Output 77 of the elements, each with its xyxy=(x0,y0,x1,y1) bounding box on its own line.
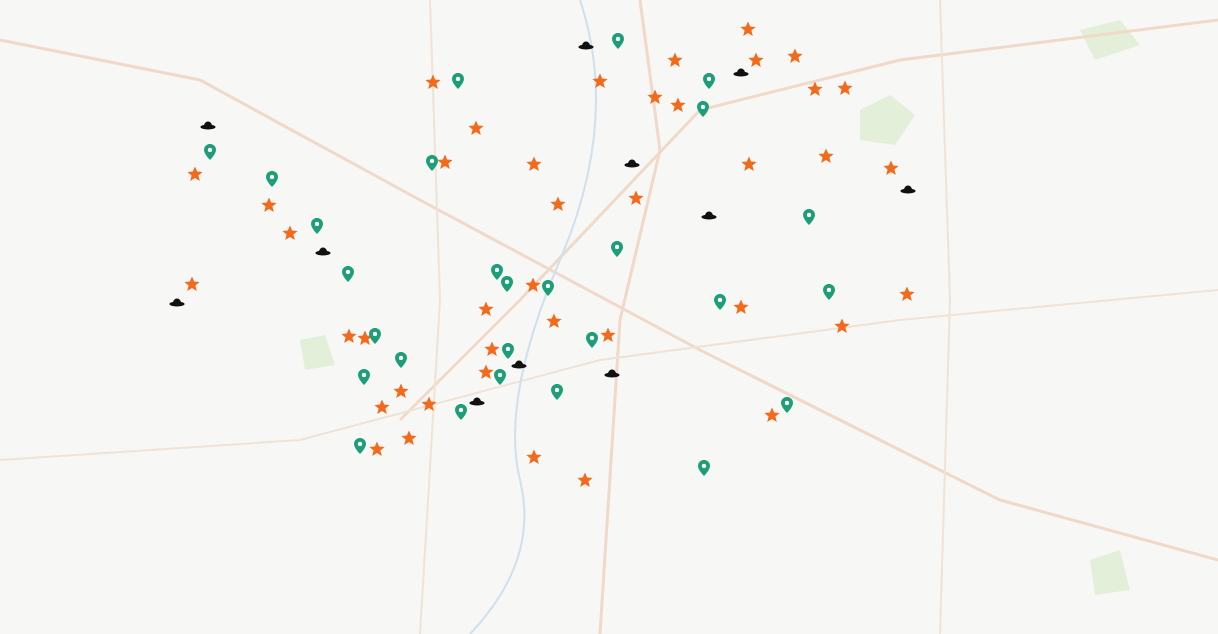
star-icon[interactable] xyxy=(670,97,686,113)
map-pin-icon[interactable] xyxy=(803,209,815,225)
map-pin-icon[interactable] xyxy=(781,397,793,413)
star-icon[interactable] xyxy=(740,21,756,37)
star-icon[interactable] xyxy=(526,156,542,172)
map-pin-icon[interactable] xyxy=(452,73,464,89)
map-pin-icon[interactable] xyxy=(586,332,598,348)
map-pin-icon[interactable] xyxy=(395,352,407,368)
map-pin-icon[interactable] xyxy=(612,33,624,49)
map-pin-icon[interactable] xyxy=(266,171,278,187)
star-icon[interactable] xyxy=(401,430,417,446)
map-pin-icon[interactable] xyxy=(342,266,354,282)
star-icon[interactable] xyxy=(421,396,437,412)
map-pin-icon[interactable] xyxy=(426,155,438,171)
map-pin-icon[interactable] xyxy=(697,101,709,117)
star-icon[interactable] xyxy=(437,154,453,170)
map-pin-icon[interactable] xyxy=(714,294,726,310)
map-pin-icon[interactable] xyxy=(354,438,366,454)
star-icon[interactable] xyxy=(899,286,915,302)
star-icon[interactable] xyxy=(468,120,484,136)
star-icon[interactable] xyxy=(837,80,853,96)
star-icon[interactable] xyxy=(550,196,566,212)
map-pin-icon[interactable] xyxy=(358,369,370,385)
map-pin-icon[interactable] xyxy=(611,241,623,257)
hat-icon[interactable] xyxy=(169,296,185,307)
hat-icon[interactable] xyxy=(315,245,331,256)
star-icon[interactable] xyxy=(592,73,608,89)
star-icon[interactable] xyxy=(357,330,373,346)
star-icon[interactable] xyxy=(667,52,683,68)
star-icon[interactable] xyxy=(546,313,562,329)
star-icon[interactable] xyxy=(341,328,357,344)
map-pin-icon[interactable] xyxy=(494,369,506,385)
map-pin-icon[interactable] xyxy=(542,280,554,296)
map-pin-icon[interactable] xyxy=(698,460,710,476)
star-icon[interactable] xyxy=(741,156,757,172)
star-icon[interactable] xyxy=(883,160,899,176)
map-pin-icon[interactable] xyxy=(823,284,835,300)
star-icon[interactable] xyxy=(425,74,441,90)
star-icon[interactable] xyxy=(261,197,277,213)
map-pin-icon[interactable] xyxy=(551,384,563,400)
star-icon[interactable] xyxy=(834,318,850,334)
star-icon[interactable] xyxy=(478,301,494,317)
map-pin-icon[interactable] xyxy=(204,144,216,160)
star-icon[interactable] xyxy=(282,225,298,241)
star-icon[interactable] xyxy=(525,277,541,293)
hat-icon[interactable] xyxy=(701,209,717,220)
star-icon[interactable] xyxy=(577,472,593,488)
map-pin-icon[interactable] xyxy=(491,264,503,280)
star-icon[interactable] xyxy=(478,364,494,380)
map-pin-icon[interactable] xyxy=(501,276,513,292)
star-icon[interactable] xyxy=(628,190,644,206)
hat-icon[interactable] xyxy=(469,395,485,406)
hat-icon[interactable] xyxy=(624,157,640,168)
map-pin-icon[interactable] xyxy=(369,328,381,344)
hat-icon[interactable] xyxy=(200,119,216,130)
hat-icon[interactable] xyxy=(733,66,749,77)
star-icon[interactable] xyxy=(733,299,749,315)
hat-icon[interactable] xyxy=(511,358,527,369)
map-pin-icon[interactable] xyxy=(311,218,323,234)
star-icon[interactable] xyxy=(374,399,390,415)
star-icon[interactable] xyxy=(600,327,616,343)
star-icon[interactable] xyxy=(787,48,803,64)
star-icon[interactable] xyxy=(748,52,764,68)
star-icon[interactable] xyxy=(647,89,663,105)
star-icon[interactable] xyxy=(526,449,542,465)
star-icon[interactable] xyxy=(187,166,203,182)
star-icon[interactable] xyxy=(393,383,409,399)
map-pin-icon[interactable] xyxy=(703,73,715,89)
hat-icon[interactable] xyxy=(900,183,916,194)
star-icon[interactable] xyxy=(369,441,385,457)
star-icon[interactable] xyxy=(807,81,823,97)
star-icon[interactable] xyxy=(764,407,780,423)
star-icon[interactable] xyxy=(484,341,500,357)
star-icon[interactable] xyxy=(184,276,200,292)
hat-icon[interactable] xyxy=(578,39,594,50)
star-icon[interactable] xyxy=(818,148,834,164)
hat-icon[interactable] xyxy=(604,367,620,378)
